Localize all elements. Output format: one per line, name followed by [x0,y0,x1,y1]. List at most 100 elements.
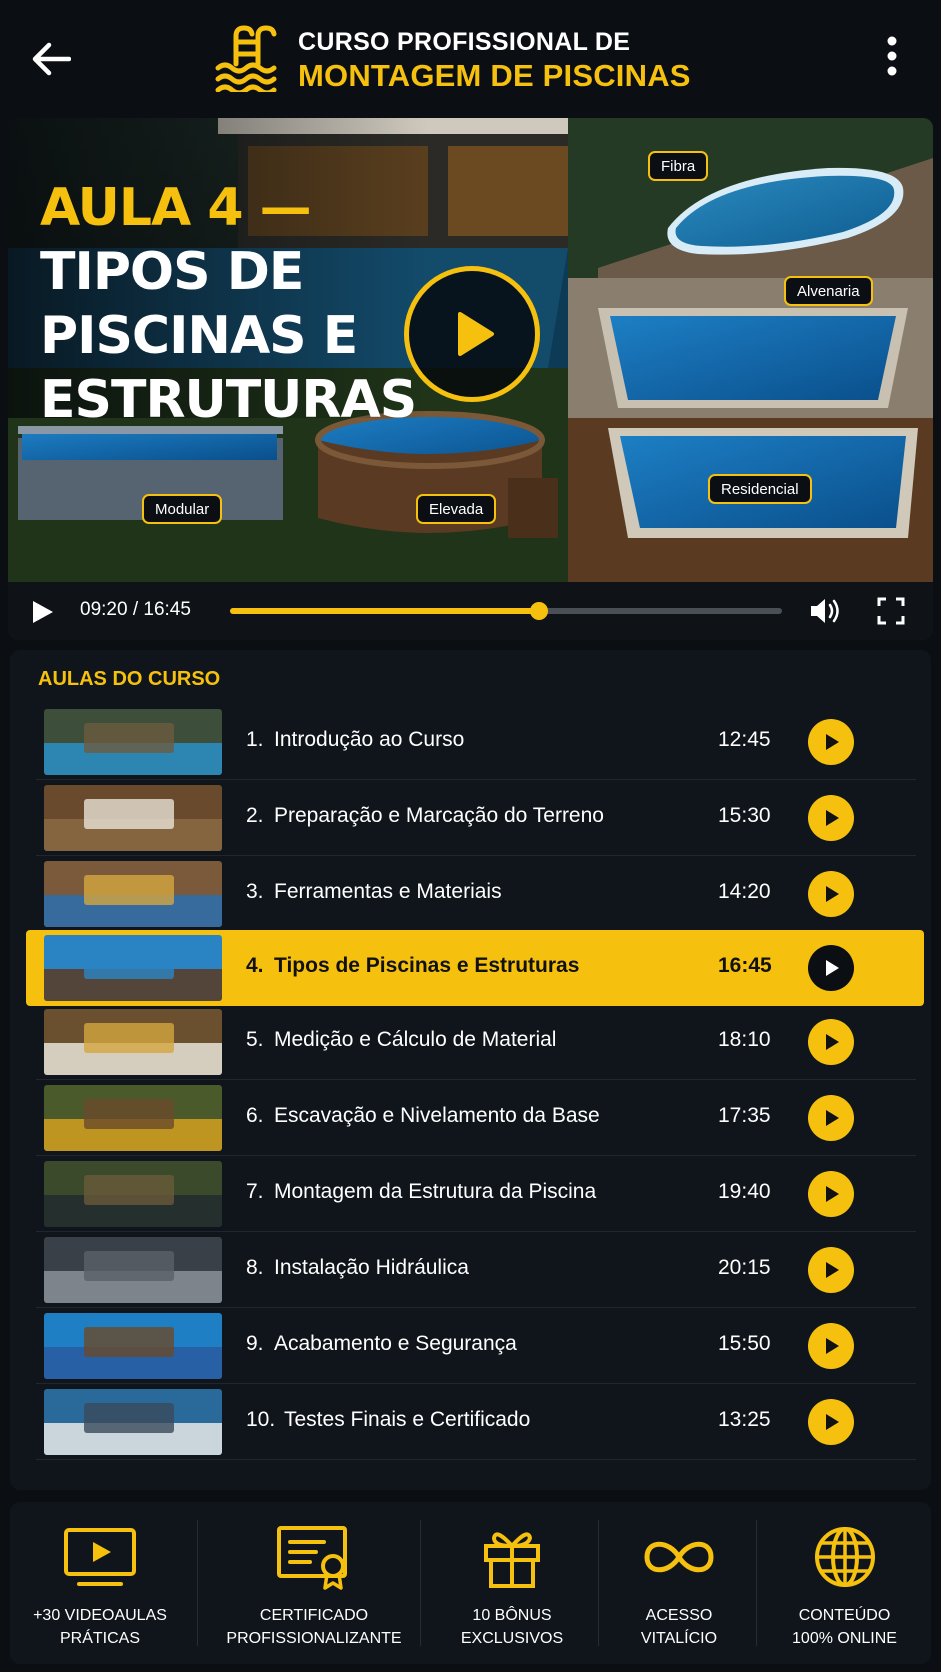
lesson-thumbnail [44,1161,222,1227]
feature-label-line2: 100% ONLINE [792,1630,897,1647]
lesson-row[interactable]: 1. Introdução ao Curso 12:45 [36,704,916,780]
lesson-row[interactable]: 8. Instalação Hidráulica 20:15 [36,1232,916,1308]
feature-label-line2: VITALÍCIO [640,1630,718,1647]
lesson-play-button[interactable] [808,719,854,765]
lesson-duration: 14:20 [718,880,771,903]
lesson-row[interactable]: 3. Ferramentas e Materiais 14:20 [36,856,916,932]
lesson-thumbnail [44,935,222,1001]
video-title-line: PISCINAS E [40,306,358,366]
lesson-row[interactable]: 2. Preparação e Marcação do Terreno 15:30 [36,780,916,856]
feature-label-line1: CONTEÚDO [798,1607,891,1624]
play-icon [826,886,839,902]
lesson-number: 3. [246,880,264,903]
lesson-title: Tipos de Piscinas e Estruturas [274,954,580,977]
lesson-number: 5. [246,1028,264,1051]
lessons-panel: AULAS DO CURSO 1. Introdução ao Curso 12:4… [10,650,931,1490]
lesson-number: 1. [246,728,264,751]
lesson-duration: 17:35 [718,1104,771,1127]
lesson-thumbnail [44,785,222,851]
lesson-play-button[interactable] [808,1171,854,1217]
play-icon [826,1034,839,1050]
lesson-row[interactable]: 5. Medição e Cálculo de Material 18:10 [36,1004,916,1080]
lesson-duration: 16:45 [718,954,772,977]
lesson-play-button[interactable] [808,1247,854,1293]
play-icon[interactable] [28,598,56,626]
feature-bonus: 10 BÔNUS EXCLUSIVOS [422,1502,602,1664]
pool-tag-residencial: Residencial [708,474,812,504]
video-title-line: ESTRUTURAS [40,370,417,430]
lesson-row[interactable]: 9. Acabamento e Segurança 15:50 [36,1308,916,1384]
divider [420,1520,421,1646]
lesson-number: 9. [246,1332,264,1355]
gift-icon [484,1532,540,1588]
lesson-row[interactable]: 6. Escavação e Nivelamento da Base 17:35 [36,1080,916,1156]
play-icon [826,1414,839,1430]
video-player[interactable]: AULA 4 — TIPOS DE PISCINAS E ESTRUTURAS … [8,118,933,640]
lesson-thumbnail [44,1313,222,1379]
section-title: AULAS DO CURSO [38,668,221,690]
divider [598,1520,599,1646]
play-icon [826,1186,839,1202]
video-progress-bar[interactable] [230,602,782,620]
lesson-title: Acabamento e Segurança [274,1332,517,1355]
back-button[interactable] [28,36,74,82]
lesson-play-button[interactable] [808,871,854,917]
lesson-play-button[interactable] [808,1095,854,1141]
lesson-title: Ferramentas e Materiais [274,880,502,903]
lesson-play-button[interactable] [808,1019,854,1065]
lesson-play-button[interactable] [808,1399,854,1445]
lesson-thumbnail [44,861,222,927]
play-icon [826,1262,839,1278]
volume-icon[interactable] [808,596,842,626]
arrow-left-icon [32,42,71,76]
pool-tag-alvenaria: Alvenaria [784,276,873,306]
lesson-play-button[interactable] [808,1323,854,1369]
lesson-thumbnail [44,1237,222,1303]
lesson-row[interactable]: 7. Montagem da Estrutura da Piscina 19:40 [36,1156,916,1232]
globe-icon [814,1527,875,1587]
video-play-icon [64,1528,136,1586]
feature-label-line2: PROFISSIONALIZANTE [226,1630,402,1647]
feature-label-line2: EXCLUSIVOS [460,1630,564,1647]
lesson-number: 10. [246,1408,276,1431]
feature-online: CONTEÚDO 100% ONLINE [758,1502,931,1664]
lesson-row[interactable]: 10. Testes Finais e Certificado 13:25 [36,1384,916,1460]
lesson-duration: 18:10 [718,1028,771,1051]
features-bar: +30 VIDEOAULAS PRÁTICAS CERTIFICADO PROF… [10,1502,931,1664]
feature-label-line1: ACESSO [645,1607,713,1624]
lesson-title: Preparação e Marcação do Terreno [274,804,604,827]
video-progress-fill [230,608,540,614]
feature-label-line1: 10 BÔNUS [472,1607,552,1624]
infinity-icon [644,1541,714,1573]
fullscreen-icon[interactable] [876,596,906,626]
divider [197,1520,198,1646]
divider [756,1520,757,1646]
video-time: 09:20 / 16:45 [80,599,191,620]
feature-label-line1: +30 VIDEOAULAS [33,1607,167,1624]
video-title-prefix: AULA 4 — [40,178,312,238]
more-vertical-icon [887,36,897,76]
big-play-button[interactable] [404,266,540,402]
play-icon [826,734,839,750]
video-controls: 09:20 / 16:45 [8,582,933,640]
lesson-play-button[interactable] [808,795,854,841]
lesson-row-active[interactable]: 4. Tipos de Piscinas e Estruturas 16:45 [26,930,924,1006]
video-progress-handle[interactable] [530,602,549,620]
more-menu-button[interactable] [870,30,914,82]
lesson-title: Testes Finais e Certificado [284,1408,531,1431]
lesson-number: 4. [246,954,264,977]
play-icon [826,1338,839,1354]
lesson-title: Montagem da Estrutura da Piscina [274,1180,597,1203]
lesson-duration: 12:45 [718,728,771,751]
play-icon [826,960,839,976]
lesson-video-title: AULA 4 — TIPOS DE PISCINAS E ESTRUTURAS [40,176,417,432]
lesson-title: Instalação Hidráulica [274,1256,469,1279]
course-title-line1: CURSO PROFISSIONAL DE [298,28,631,56]
lesson-duration: 15:30 [718,804,771,827]
pool-tag-elevada: Elevada [416,494,497,524]
feature-label-line1: CERTIFICADO [259,1607,369,1624]
lesson-duration: 15:50 [718,1332,771,1355]
lesson-play-button[interactable] [808,945,854,991]
lesson-title: Introdução ao Curso [274,728,465,751]
lesson-title: Medição e Cálculo de Material [274,1028,557,1051]
